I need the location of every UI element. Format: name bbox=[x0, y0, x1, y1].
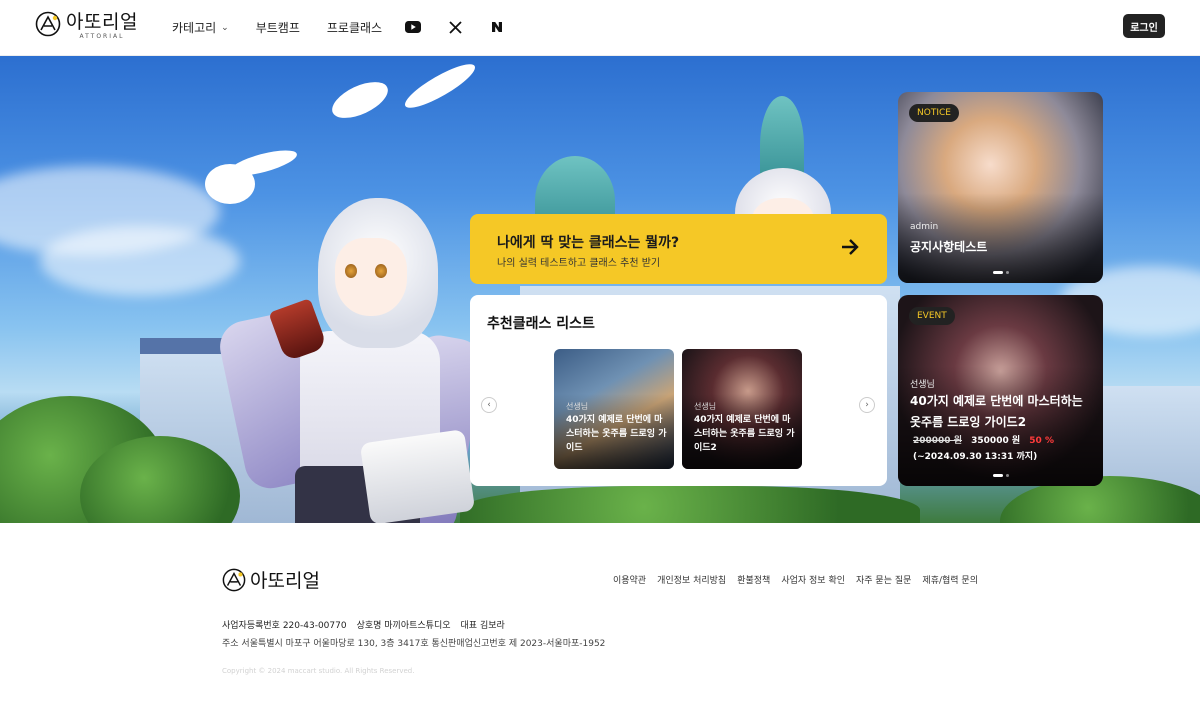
notice-title: 공지사항테스트 bbox=[910, 240, 988, 254]
carousel-dot[interactable] bbox=[1005, 474, 1009, 477]
footer-link-privacy[interactable]: 개인정보 처리방침 bbox=[657, 573, 726, 586]
event-badge: EVENT bbox=[909, 307, 955, 325]
footer-links: 이용약관 개인정보 처리방침 환불정책 사업자 정보 확인 자주 묻는 질문 제… bbox=[613, 573, 978, 586]
footer-link-partnership[interactable]: 제휴/협력 문의 bbox=[922, 573, 978, 586]
notice-card[interactable]: NOTICE admin 공지사항테스트 bbox=[898, 92, 1103, 283]
event-teacher: 선생님 bbox=[910, 380, 935, 390]
footer-link-faq[interactable]: 자주 묻는 질문 bbox=[856, 573, 911, 586]
nav-bootcamp[interactable]: 부트캠프 bbox=[256, 19, 300, 36]
site-logo[interactable]: 아또리얼 ATTORIAL bbox=[35, 11, 138, 41]
event-deadline: (~2024.09.30 13:31 까지) bbox=[913, 452, 1038, 462]
business-number: 사업자등록번호 220-43-00770 bbox=[222, 621, 347, 631]
chevron-down-icon: ⌄ bbox=[221, 22, 229, 33]
recommended-title: 추천클래스 리스트 bbox=[487, 316, 595, 332]
arrow-right-icon bbox=[842, 239, 859, 255]
business-info: 사업자등록번호 220-43-00770 상호명 마끼아트스튜디오 대표 김보라 bbox=[222, 618, 505, 631]
youtube-icon[interactable] bbox=[404, 18, 422, 36]
dove-wing bbox=[226, 145, 300, 181]
chevron-right-icon: › bbox=[865, 400, 869, 410]
carousel-indicator bbox=[898, 271, 1103, 274]
naver-icon[interactable] bbox=[488, 18, 506, 36]
discount-rate: 50 % bbox=[1029, 436, 1054, 446]
event-price: 200000 원 350000 원 50 % bbox=[913, 433, 1054, 446]
class-test-banner[interactable]: 나에게 딱 맞는 클래스는 뭘까? 나의 실력 테스트하고 클래스 추천 받기 bbox=[470, 214, 887, 284]
carousel-indicator bbox=[898, 474, 1103, 477]
company-name: 상호명 마끼아트스튜디오 bbox=[356, 621, 451, 631]
main-nav: 카테고리 ⌄ 부트캠프 프로클래스 bbox=[172, 19, 409, 36]
nav-category-label: 카테고리 bbox=[172, 21, 217, 35]
notice-badge: NOTICE bbox=[909, 104, 959, 122]
class-card-title: 40가지 예제로 단번에 마스터하는 옷주름 드로잉 가이드2 bbox=[694, 415, 795, 453]
nav-proclass[interactable]: 프로클래스 bbox=[327, 19, 382, 36]
recommended-classes-panel: 추천클래스 리스트 ‹ 선생님 40가지 예제로 단번에 마스터하는 옷주름 드… bbox=[470, 295, 887, 486]
class-card-teacher: 선생님 bbox=[694, 402, 717, 411]
sale-price: 350000 원 bbox=[971, 436, 1021, 446]
carousel-dot[interactable] bbox=[992, 271, 1003, 274]
carousel-dot[interactable] bbox=[1005, 271, 1009, 274]
character-eye bbox=[375, 264, 387, 278]
tree-shape bbox=[460, 486, 920, 523]
class-card[interactable]: 선생님 40가지 예제로 단번에 마스터하는 옷주름 드로잉 가이드2 bbox=[682, 349, 802, 469]
nav-bootcamp-label: 부트캠프 bbox=[255, 21, 300, 35]
test-banner-subtitle: 나의 실력 테스트하고 클래스 추천 받기 bbox=[497, 258, 661, 269]
copyright-text: Copyright © 2024 maccart studio. All Rig… bbox=[222, 667, 415, 675]
carousel-prev-button[interactable]: ‹ bbox=[481, 397, 497, 413]
notice-author: admin bbox=[910, 222, 939, 232]
logo-mark-icon bbox=[35, 11, 61, 37]
company-address: 주소 서울특별시 마포구 어울마당로 130, 3층 3417호 통신판매업신고… bbox=[222, 639, 606, 649]
cloud-shape bbox=[40, 226, 240, 296]
original-price: 200000 원 bbox=[913, 436, 962, 446]
site-header: 아또리얼 ATTORIAL 카테고리 ⌄ 부트캠프 프로클래스 로그인 bbox=[0, 0, 1200, 56]
footer-link-business-info[interactable]: 사업자 정보 확인 bbox=[781, 573, 845, 586]
logo-subtext: ATTORIAL bbox=[79, 33, 125, 40]
dove-wing bbox=[400, 57, 480, 115]
logo-mark-icon bbox=[222, 568, 246, 591]
character-eye bbox=[345, 264, 357, 278]
nav-proclass-label: 프로클래스 bbox=[326, 21, 383, 35]
carousel-next-button[interactable]: › bbox=[859, 397, 875, 413]
test-banner-title: 나에게 딱 맞는 클래스는 뭘까? bbox=[497, 235, 680, 251]
chevron-left-icon: ‹ bbox=[487, 400, 491, 410]
footer-logo-text: 아또리얼 bbox=[250, 570, 320, 592]
login-button[interactable]: 로그인 bbox=[1123, 14, 1165, 38]
footer-logo[interactable]: 아또리얼 bbox=[222, 566, 320, 593]
character-bag bbox=[359, 429, 476, 523]
class-card[interactable]: 선생님 40가지 예제로 단번에 마스터하는 옷주름 드로잉 가이드 bbox=[554, 349, 674, 469]
class-card-teacher: 선생님 bbox=[566, 402, 589, 411]
ceo-name: 대표 김보라 bbox=[460, 621, 505, 631]
footer-link-refund[interactable]: 환불정책 bbox=[737, 573, 770, 586]
carousel-dot[interactable] bbox=[992, 474, 1003, 477]
class-card-title: 40가지 예제로 단번에 마스터하는 옷주름 드로잉 가이드 bbox=[566, 415, 667, 453]
event-card[interactable]: EVENT 선생님 40가지 예제로 단번에 마스터하는 옷주름 드로잉 가이드… bbox=[898, 295, 1103, 486]
logo-text: 아또리얼 bbox=[66, 11, 138, 33]
event-title: 40가지 예제로 단번에 마스터하는 옷주름 드로잉 가이드2 bbox=[910, 394, 1083, 429]
footer-link-terms[interactable]: 이용약관 bbox=[613, 573, 646, 586]
x-icon[interactable] bbox=[446, 18, 464, 36]
character-face bbox=[335, 238, 407, 316]
nav-category[interactable]: 카테고리 ⌄ bbox=[172, 19, 229, 36]
dove-illustration bbox=[326, 74, 394, 126]
